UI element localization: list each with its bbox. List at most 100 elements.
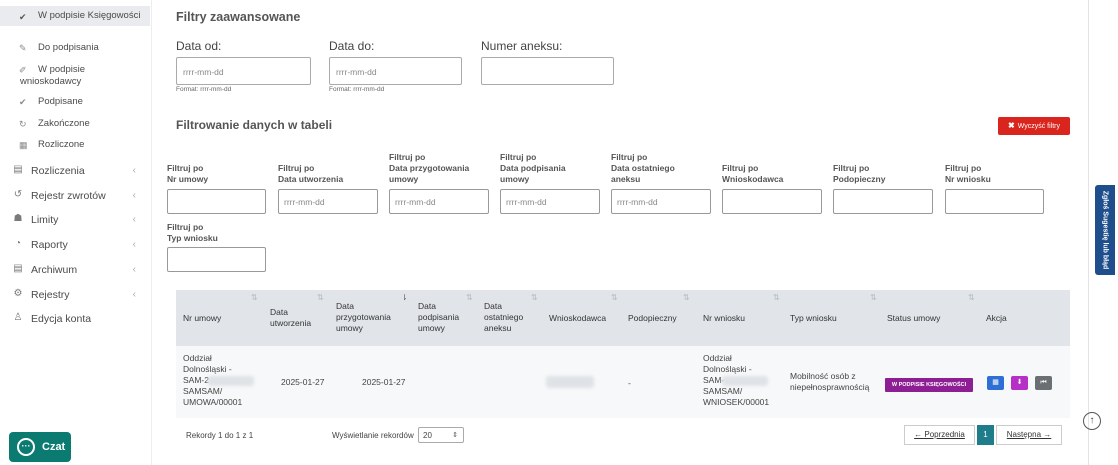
filter-data-podpisania-input[interactable]: rrrr-mm-dd bbox=[500, 189, 600, 214]
label-line: Filtruj po bbox=[945, 163, 982, 173]
sort-icon[interactable]: ⇅ bbox=[773, 293, 780, 302]
filter-data-przygotowania-input[interactable]: rrrr-mm-dd bbox=[389, 189, 489, 214]
cell-typ-wniosku: Mobilność osób z niepełnosprawnością bbox=[790, 371, 869, 393]
cell-line: WNIOSEK/00001 bbox=[703, 397, 770, 407]
annex-number-label: Numer aneksu: bbox=[481, 39, 563, 53]
sidebar-item-label: Rozliczenia bbox=[31, 165, 85, 177]
sidebar-item-w-podpisie-ksiegowosci[interactable]: ✔ W podpisie Księgowości bbox=[0, 6, 150, 26]
header-line: ostatniego bbox=[484, 312, 524, 322]
filter-data-utworzenia-label: Filtruj po Data utworzenia bbox=[278, 163, 343, 185]
sidebar-item-archiwum[interactable]: ▤ Archiwum ‹ bbox=[0, 259, 150, 281]
label-line: umowy bbox=[500, 174, 530, 184]
label-line: Filtruj po bbox=[167, 163, 204, 173]
filter-data-podpisania-label: Filtruj po Data podpisania umowy bbox=[500, 152, 566, 185]
sidebar-item-label: Raporty bbox=[31, 239, 68, 251]
label-line: umowy bbox=[389, 174, 419, 184]
header-line: umowy bbox=[336, 323, 363, 333]
sidebar-item-rozliczone[interactable]: ▦ Rozliczone bbox=[0, 139, 150, 151]
sort-icon[interactable]: ⇅ bbox=[251, 293, 258, 302]
chevron-left-icon: ‹ bbox=[132, 289, 136, 300]
sort-icon[interactable]: ⇅ bbox=[968, 293, 975, 302]
label-line: Data utworzenia bbox=[278, 174, 344, 184]
label-line: Data ostatniego bbox=[611, 163, 675, 173]
header-podopieczny[interactable]: Podopieczny bbox=[628, 313, 677, 324]
sort-icon[interactable]: ⇅ bbox=[611, 293, 618, 302]
edit-icon: ✎ bbox=[19, 43, 27, 53]
cell-line: Dolnośląski - bbox=[183, 364, 232, 374]
date-from-label: Data od: bbox=[176, 39, 222, 53]
chevron-left-icon: ‹ bbox=[132, 264, 136, 275]
filter-data-utworzenia-input[interactable]: rrrr-mm-dd bbox=[278, 189, 378, 214]
filter-data-aneksu-input[interactable]: rrrr-mm-dd bbox=[611, 189, 711, 214]
sidebar: · · · · · · · · ✔ W podpisie Księgowości… bbox=[0, 0, 152, 465]
header-typ-wniosku[interactable]: Typ wniosku bbox=[790, 313, 837, 324]
sidebar-item-rejestr-zwrotow[interactable]: ↺ Rejestr zwrotów ‹ bbox=[0, 185, 150, 207]
filter-nr-wniosku-input[interactable] bbox=[945, 189, 1044, 214]
sort-desc-icon[interactable]: ⇂ bbox=[401, 293, 408, 302]
chevron-left-icon: ‹ bbox=[132, 239, 136, 250]
calculator-icon: ▦ bbox=[19, 140, 28, 150]
scroll-top-icon[interactable]: ↑ bbox=[1083, 412, 1101, 430]
label-line: Wnioskodawca bbox=[722, 174, 784, 184]
rotate-icon: ↻ bbox=[19, 119, 27, 129]
sidebar-item-limity[interactable]: ☗ Limity ‹ bbox=[0, 209, 150, 231]
header-data-przygotowania[interactable]: Data przygotowania umowy bbox=[336, 301, 391, 334]
page-size-select[interactable]: 20 ⇕ bbox=[418, 427, 464, 443]
label-line: Data podpisania bbox=[500, 163, 566, 173]
calendar-icon[interactable]: ▦ bbox=[987, 376, 1004, 390]
filter-podopieczny-input[interactable] bbox=[833, 189, 933, 214]
sort-icon[interactable]: ⇅ bbox=[317, 293, 324, 302]
sidebar-item-w-podpisie-wnioskodawcy[interactable]: ✐ W podpisie wnioskodawcy bbox=[0, 64, 150, 88]
date-from-input[interactable]: rrrr-mm-dd bbox=[176, 57, 311, 85]
status-badge: W PODPISIE KSIĘGOWOŚCI bbox=[885, 378, 973, 392]
header-line: Data bbox=[418, 301, 436, 311]
header-line: Data bbox=[484, 301, 502, 311]
header-line: przygotowania bbox=[336, 312, 391, 322]
label-line: Podopieczny bbox=[833, 174, 886, 184]
page-button-1[interactable]: 1 bbox=[977, 425, 994, 445]
header-status-umowy[interactable]: Status umowy bbox=[887, 313, 940, 324]
cell-line: SAMSAM/ bbox=[703, 386, 743, 396]
sort-icon[interactable]: ⇅ bbox=[683, 293, 690, 302]
feedback-tab[interactable]: Zgłoś Sugestię lub błąd bbox=[1095, 185, 1115, 275]
header-nr-umowy[interactable]: Nr umowy bbox=[183, 313, 221, 324]
feedback-tab-label: Zgłoś Sugestię lub błąd bbox=[1101, 190, 1109, 270]
header-data-aneksu[interactable]: Data ostatniego aneksu bbox=[484, 301, 523, 334]
annex-number-input[interactable] bbox=[481, 57, 614, 85]
filter-nr-umowy-input[interactable] bbox=[167, 189, 266, 214]
header-nr-wniosku[interactable]: Nr wniosku bbox=[703, 313, 745, 324]
sidebar-item-edycja-konta[interactable]: ♙ Edycja konta bbox=[0, 308, 150, 330]
history-icon[interactable]: ⏮ bbox=[1035, 376, 1052, 390]
chat-label: Czat bbox=[42, 441, 66, 453]
sidebar-item-zakonczone[interactable]: ↻ Zakończone bbox=[0, 118, 150, 130]
download-icon[interactable]: ⬇ bbox=[1011, 376, 1028, 390]
date-to-hint: Format: rrrr-mm-dd bbox=[329, 86, 385, 93]
filter-typ-wniosku-input[interactable] bbox=[167, 247, 266, 272]
filter-wnioskodawca-label: Filtruj po Wnioskodawca bbox=[722, 163, 783, 185]
sidebar-item-raporty[interactable]: ◔ Raporty ‹ bbox=[0, 234, 150, 256]
sidebar-item-label: Rejestr zwrotów bbox=[31, 190, 106, 202]
date-to-input[interactable]: rrrr-mm-dd bbox=[329, 57, 462, 85]
sort-icon[interactable]: ⇅ bbox=[870, 293, 877, 302]
sidebar-item-label-line2: wnioskodawcy bbox=[20, 76, 82, 87]
clear-filters-label: Wyczyść filtry bbox=[1017, 123, 1061, 130]
cell-line: Oddział bbox=[703, 353, 732, 363]
sidebar-item-podpisane[interactable]: ✔ Podpisane bbox=[0, 96, 150, 108]
sidebar-item-do-podpisania[interactable]: ✎ Do podpisania bbox=[0, 42, 150, 54]
filter-nr-wniosku-label: Filtruj po Nr wniosku bbox=[945, 163, 991, 185]
sidebar-item-rejestry[interactable]: ⚙ Rejestry ‹ bbox=[0, 284, 150, 306]
sort-icon[interactable]: ⇅ bbox=[531, 293, 538, 302]
sidebar-item-rozliczenia[interactable]: ▤ Rozliczenia ‹ bbox=[0, 160, 150, 182]
label-line: Filtruj po bbox=[500, 152, 537, 162]
filter-wnioskodawca-input[interactable] bbox=[722, 189, 822, 214]
next-page-button[interactable]: Następna → bbox=[996, 425, 1062, 445]
header-data-podpisania[interactable]: Data podpisania umowy bbox=[418, 301, 459, 334]
clear-filters-button[interactable]: ✖ Wyczyść filtry bbox=[998, 117, 1070, 135]
header-data-utworzenia[interactable]: Data utworzenia bbox=[270, 307, 311, 329]
sort-icon[interactable]: ⇅ bbox=[466, 293, 473, 302]
date-from-hint: Format: rrrr-mm-dd bbox=[176, 86, 232, 93]
cell-line: Dolnośląski - bbox=[703, 364, 752, 374]
chat-button[interactable]: ··· Czat bbox=[9, 432, 71, 462]
header-wnioskodawca[interactable]: Wnioskodawca bbox=[549, 313, 606, 324]
previous-page-button[interactable]: ← Poprzednia bbox=[904, 425, 975, 445]
